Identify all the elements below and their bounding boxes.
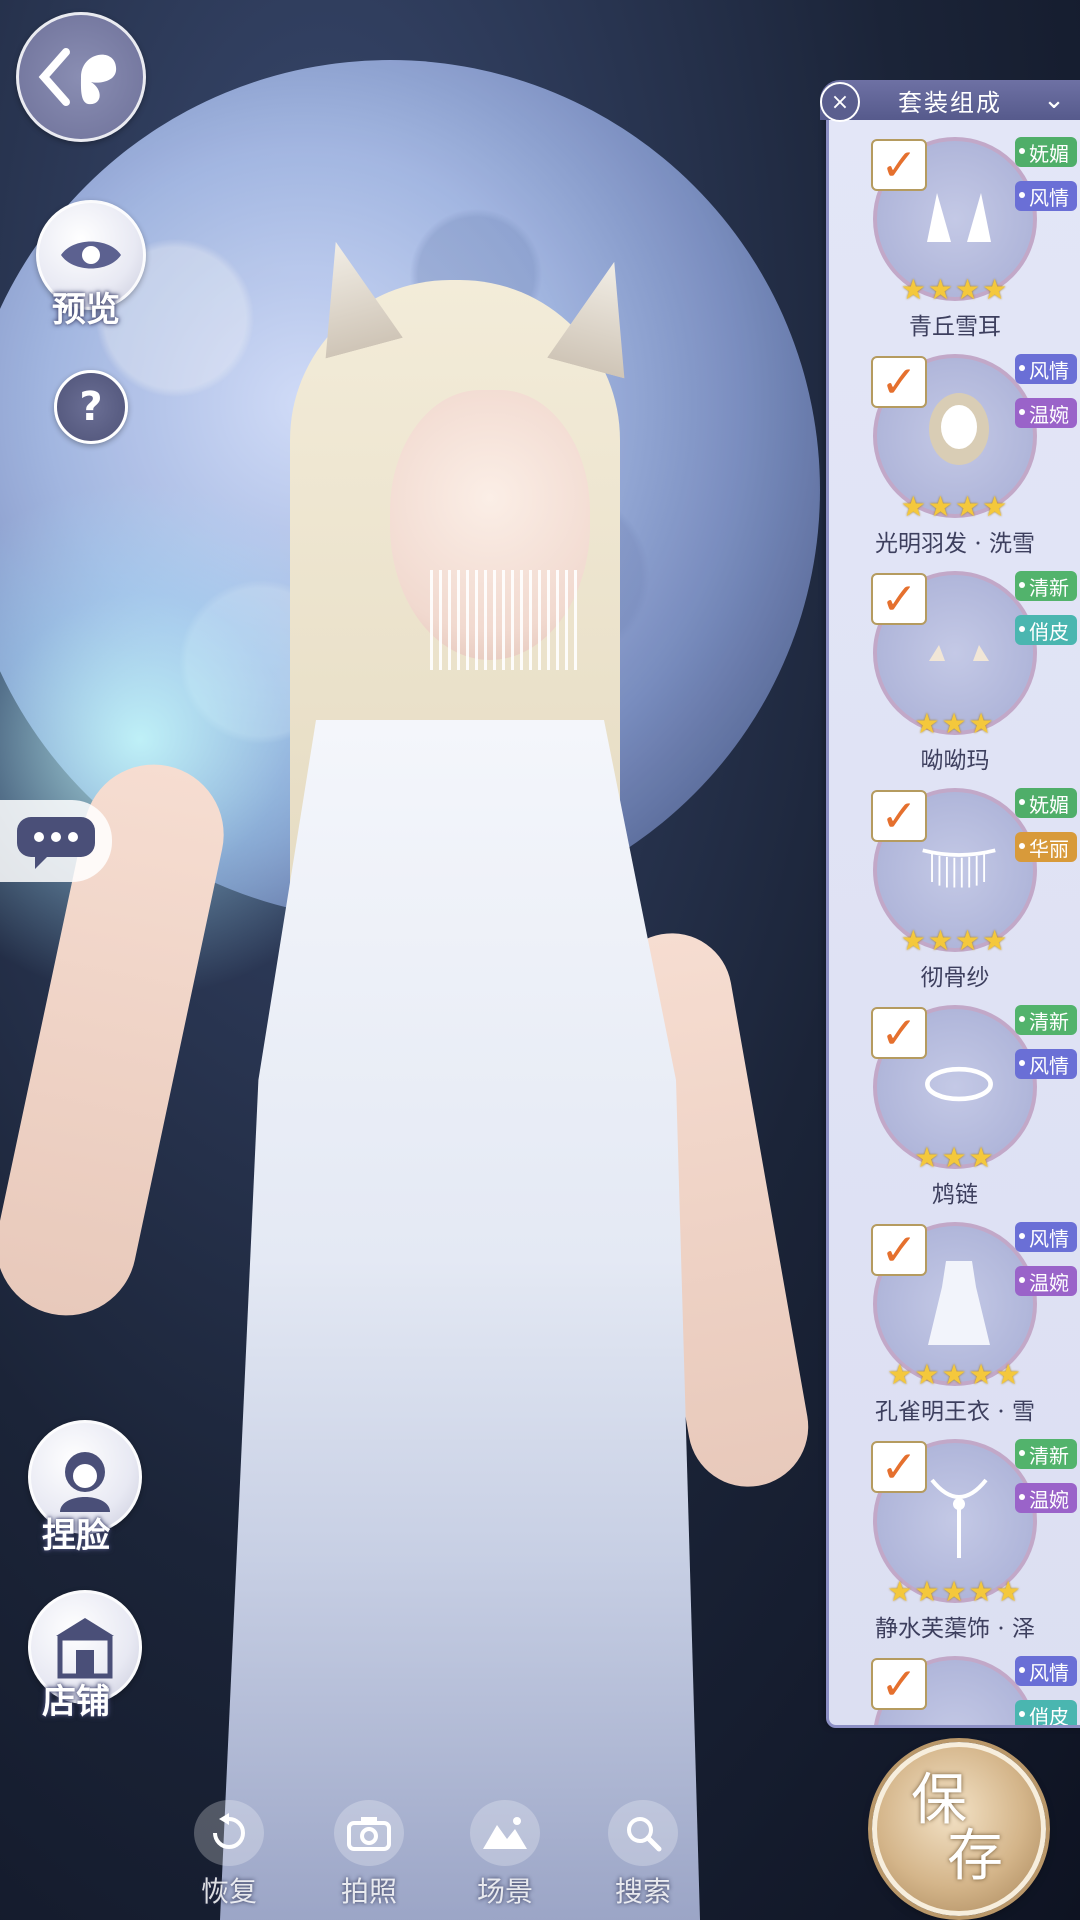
style-tag: 温婉 [1015, 1266, 1077, 1296]
restore-icon [194, 1800, 264, 1866]
face-edit-label: 捏脸 [42, 1516, 110, 1556]
style-tag: 温婉 [1015, 1483, 1077, 1513]
veil-icon [919, 828, 999, 908]
chat-bubble-icon [17, 817, 95, 869]
item-name: 静水芙蕖饰 · 泽 [875, 1616, 1035, 1642]
style-tag: 俏皮 [1015, 1700, 1077, 1725]
back-button[interactable] [16, 12, 146, 142]
item-name: 光明羽发 · 洗雪 [875, 531, 1035, 557]
ears-icon [919, 177, 999, 257]
search-icon [608, 1800, 678, 1866]
shop-icon [56, 1618, 114, 1679]
question-icon: ? [79, 384, 103, 430]
help-button[interactable]: ? [54, 370, 128, 444]
style-tag: 清新 [1015, 1439, 1077, 1469]
style-tag: 清新 [1015, 1005, 1077, 1035]
item-name: 鸩链 [932, 1182, 978, 1208]
checkmark-icon[interactable]: ✓ [871, 790, 927, 842]
earring-icon [919, 611, 999, 691]
style-tag: 妩媚 [1015, 137, 1077, 167]
outfit-item[interactable]: ✓ 风情 俏皮 [829, 1646, 1080, 1725]
star-rating: ★★★★★ [887, 1358, 1023, 1391]
item-name: 呦呦玛 [920, 748, 990, 774]
save-button[interactable]: 保 存 [872, 1742, 1046, 1916]
outfit-panel: ✓ 妩媚 风情 ★★★★ 青丘雪耳 ✓ 风情 温婉 ★★★★ 光明羽发 · 洗雪… [826, 86, 1080, 1728]
outfit-item[interactable]: ✓ 风情 温婉 ★★★★★ 孔雀明王衣 · 雪 [829, 1212, 1080, 1429]
scene-label: 场景 [476, 1875, 533, 1908]
star-rating: ★★★★ [900, 490, 1010, 523]
style-tag: 风情 [1015, 1656, 1077, 1686]
restore-label: 恢复 [200, 1875, 257, 1908]
scene-button[interactable]: 场景 [450, 1800, 560, 1910]
panel-close-button[interactable]: × [820, 82, 860, 122]
necklace-icon [919, 1045, 999, 1125]
close-icon: × [830, 89, 850, 115]
checkmark-icon[interactable]: ✓ [871, 139, 927, 191]
item-name: 青丘雪耳 [909, 314, 1001, 340]
shop-label: 店铺 [42, 1682, 110, 1722]
style-tag: 风情 [1015, 1049, 1077, 1079]
star-rating: ★★★ [914, 707, 996, 740]
outfit-item[interactable]: ✓ 风情 温婉 ★★★★ 光明羽发 · 洗雪 [829, 344, 1080, 561]
outfit-item[interactable]: ✓ 妩媚 风情 ★★★★ 青丘雪耳 [829, 127, 1080, 344]
photo-button[interactable]: 拍照 [314, 1800, 424, 1910]
character-dress[interactable] [220, 720, 700, 1920]
item-name: 孔雀明王衣 · 雪 [875, 1399, 1035, 1425]
chevron-down-icon: ⌄ [1043, 85, 1065, 115]
checkmark-icon[interactable]: ✓ [871, 1224, 927, 1276]
outfit-item[interactable]: ✓ 妩媚 华丽 ★★★★ 彻骨纱 [829, 778, 1080, 995]
checkmark-icon[interactable]: ✓ [871, 356, 927, 408]
preview-label: 预览 [52, 290, 120, 330]
dress-icon [919, 1261, 999, 1345]
pendant-icon [919, 1478, 999, 1559]
face-icon [60, 1452, 110, 1512]
style-tag: 风情 [1015, 1222, 1077, 1252]
style-tag: 妩媚 [1015, 788, 1077, 818]
search-label: 搜索 [614, 1875, 671, 1908]
style-tag: 风情 [1015, 181, 1077, 211]
checkmark-icon[interactable]: ✓ [871, 1658, 927, 1710]
checkmark-icon[interactable]: ✓ [871, 1441, 927, 1493]
panel-collapse-button[interactable]: ⌄ [1036, 84, 1072, 116]
camera-icon [334, 1800, 404, 1866]
butterfly-back-icon [38, 48, 117, 106]
style-tag: 清新 [1015, 571, 1077, 601]
star-rating: ★★★★ [900, 924, 1010, 957]
star-rating: ★★★★ [900, 273, 1010, 306]
item-name: 彻骨纱 [920, 965, 990, 991]
outfit-panel-title: 套装组成 [898, 88, 1002, 117]
style-tag: 俏皮 [1015, 615, 1077, 645]
outfit-item[interactable]: ✓ 清新 风情 ★★★ 鸩链 [829, 995, 1080, 1212]
outfit-item-list: ✓ 妩媚 风情 ★★★★ 青丘雪耳 ✓ 风情 温婉 ★★★★ 光明羽发 · 洗雪… [829, 127, 1080, 1725]
outfit-item[interactable]: ✓ 清新 温婉 ★★★★★ 静水芙蕖饰 · 泽 [829, 1429, 1080, 1646]
eye-icon [61, 241, 121, 269]
checkmark-icon[interactable]: ✓ [871, 1007, 927, 1059]
star-rating: ★★★ [914, 1141, 996, 1174]
hair-icon [919, 393, 999, 474]
chat-button[interactable] [0, 800, 112, 882]
star-rating: ★★★★★ [887, 1575, 1023, 1608]
style-tag: 温婉 [1015, 398, 1077, 428]
restore-button[interactable]: 恢复 [174, 1800, 284, 1910]
search-button[interactable]: 搜索 [588, 1800, 698, 1910]
save-label: 保 存 [911, 1768, 1007, 1889]
style-tag: 风情 [1015, 354, 1077, 384]
scene-icon [470, 1800, 540, 1866]
style-tag: 华丽 [1015, 832, 1077, 862]
character-veil [430, 570, 580, 670]
checkmark-icon[interactable]: ✓ [871, 573, 927, 625]
photo-label: 拍照 [340, 1875, 397, 1908]
outfit-item[interactable]: ✓ 清新 俏皮 ★★★ 呦呦玛 [829, 561, 1080, 778]
